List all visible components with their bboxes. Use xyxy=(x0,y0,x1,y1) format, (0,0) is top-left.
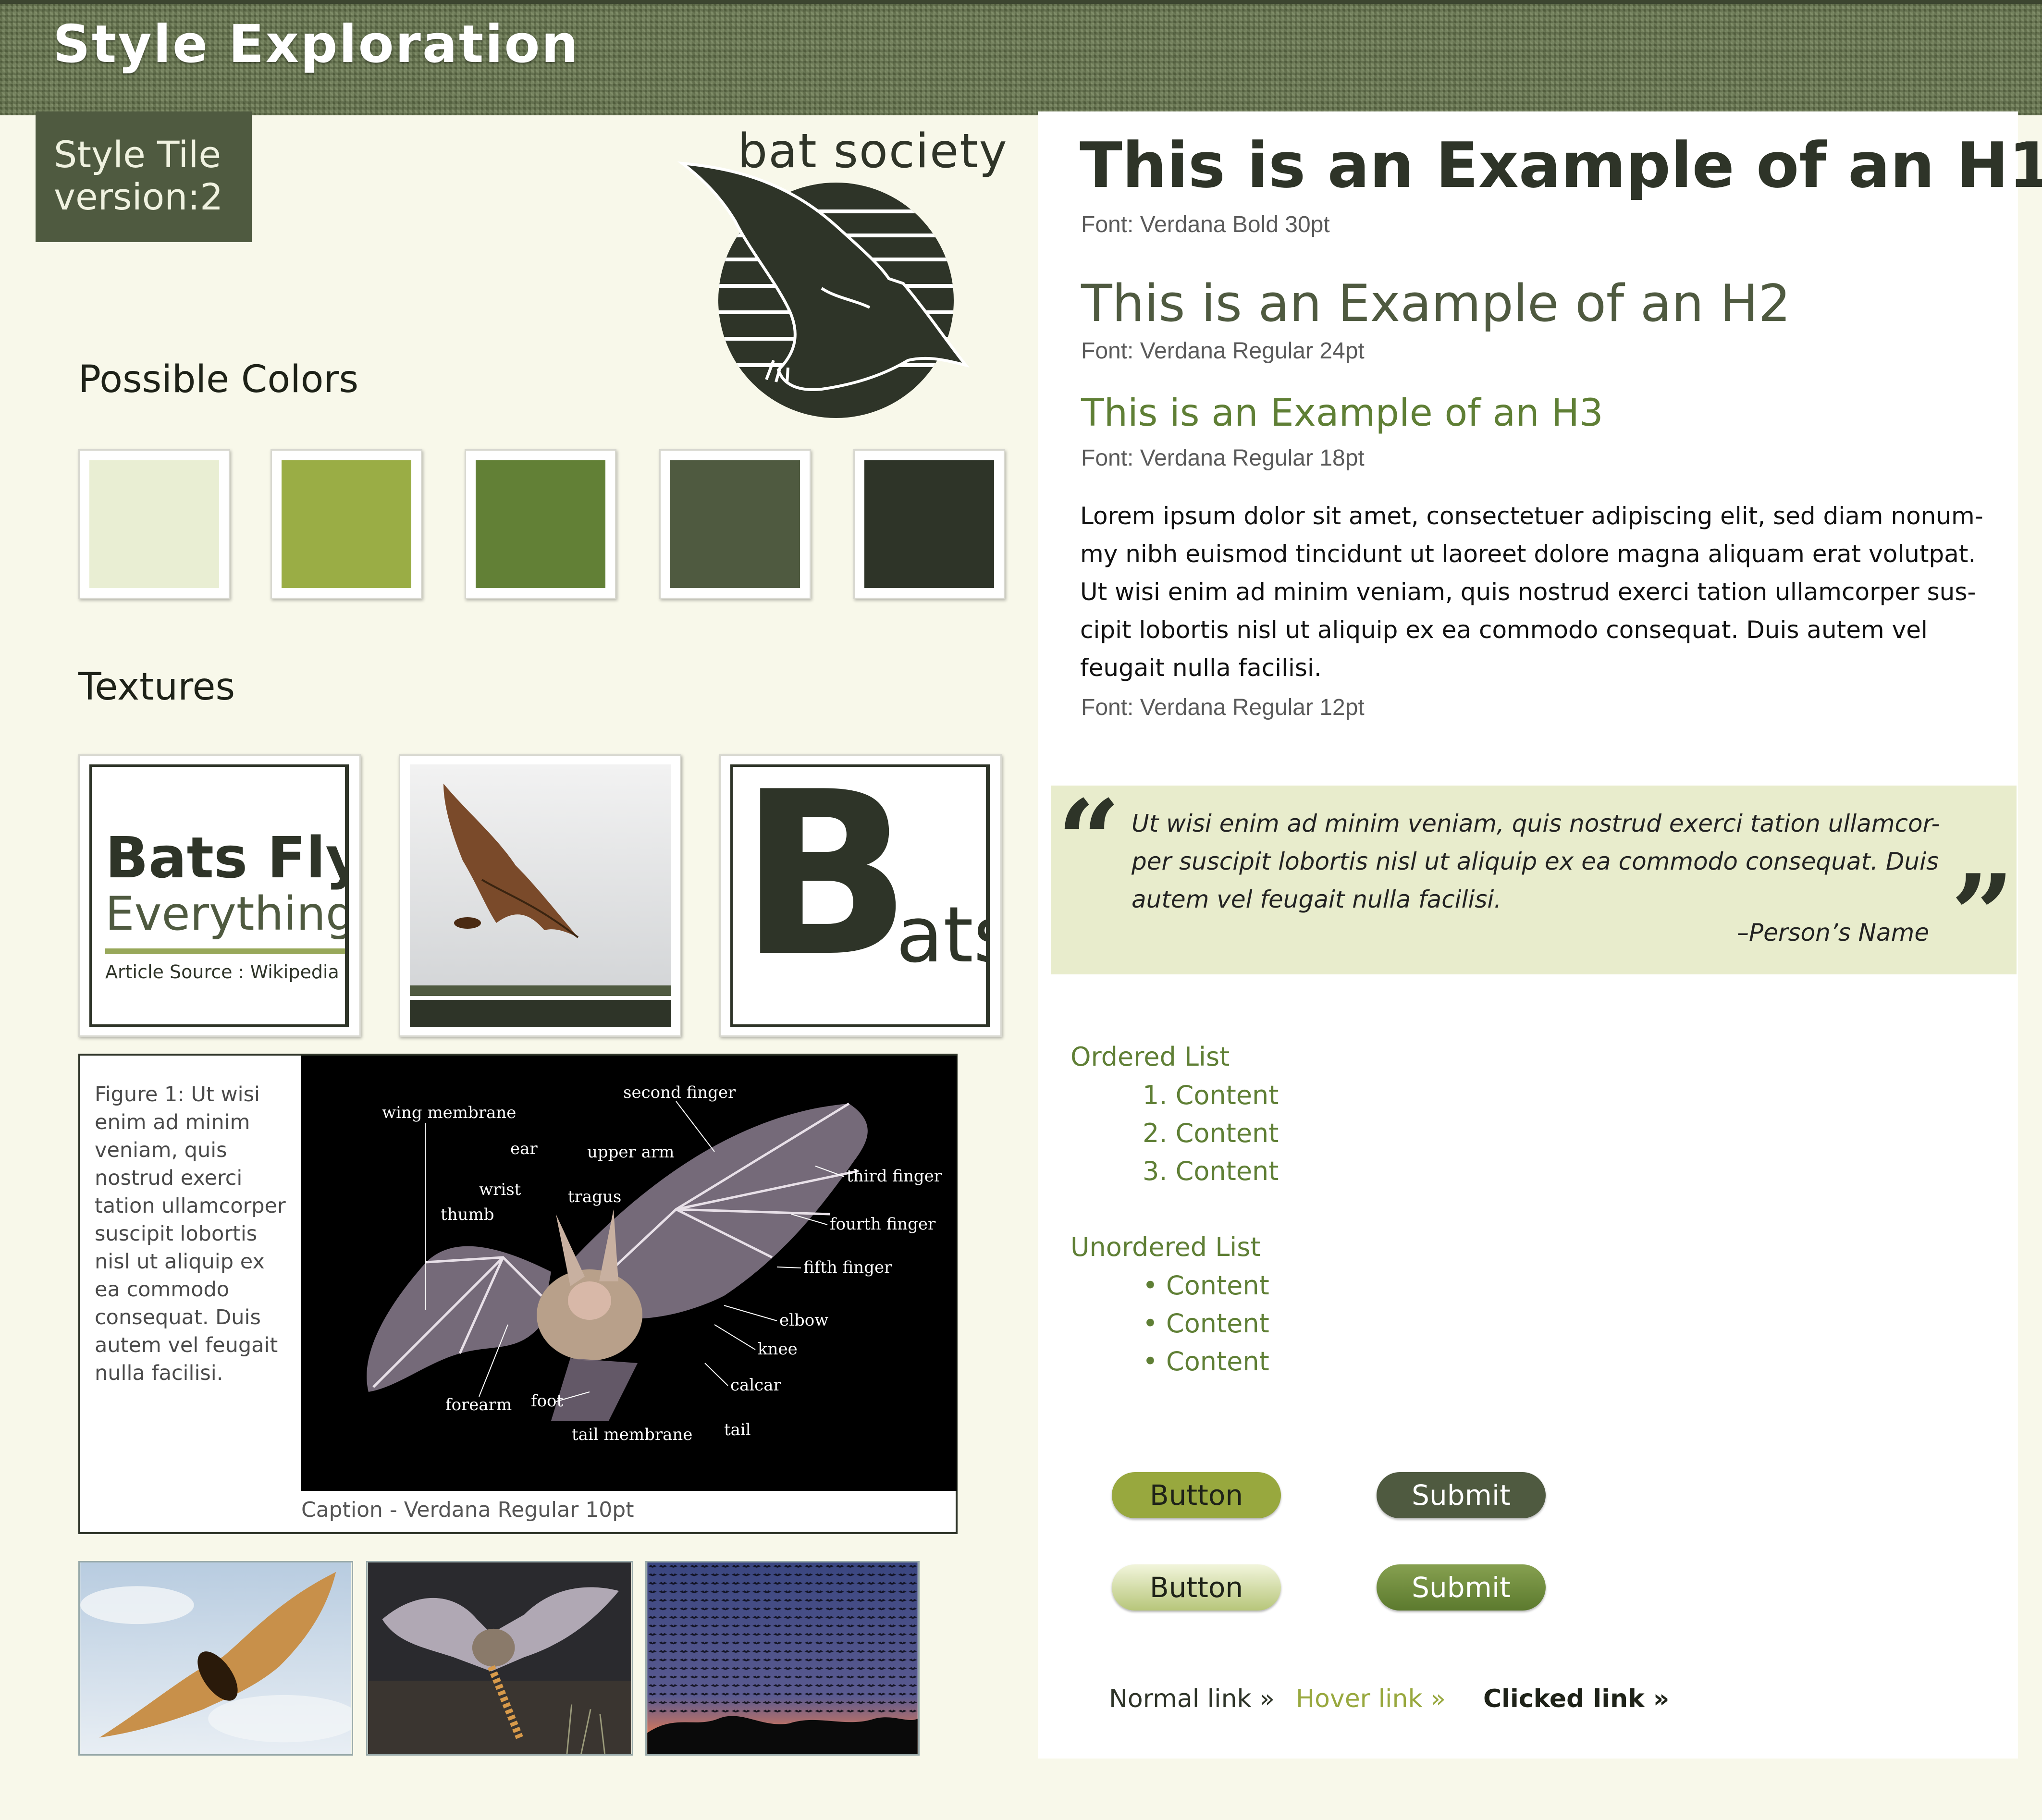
figure-caption: Caption - Verdana Regular 10pt xyxy=(301,1498,634,1522)
texture-tile-letter: B ats xyxy=(719,754,1002,1037)
tile-small-text: ats xyxy=(896,890,986,980)
submit-button-hover[interactable]: Submit xyxy=(1377,1564,1546,1611)
textures-title: Textures xyxy=(78,665,235,709)
texture-tile-text-inner: Bats Fly Everything Article Source : Wik… xyxy=(89,764,349,1027)
label-tail: tail xyxy=(724,1420,751,1439)
button-normal[interactable]: Button xyxy=(1112,1472,1281,1518)
submit-button-normal[interactable]: Submit xyxy=(1377,1472,1546,1518)
close-quote-icon: ” xyxy=(1951,850,2015,980)
h3-font-note: Font: Verdana Regular 18pt xyxy=(1081,445,1365,471)
ordered-list-item: 1. Content xyxy=(1143,1080,1279,1110)
photo-bat-centipede xyxy=(366,1561,633,1756)
unordered-list-item: • Content xyxy=(1143,1308,1269,1339)
button-hover[interactable]: Button xyxy=(1112,1564,1281,1611)
texture-tile-photo xyxy=(399,754,681,1037)
tile-subheading: Everything xyxy=(105,887,349,941)
label-thumb: thumb xyxy=(441,1205,494,1224)
swatch-fill-5 xyxy=(864,460,994,588)
tile-divider xyxy=(105,948,345,954)
tile-heading: Bats Fly xyxy=(105,824,349,891)
figure-text: Figure 1: Ut wisi enim ad minim veniam, … xyxy=(95,1082,286,1385)
unordered-list-item: • Content xyxy=(1143,1346,1269,1377)
label-knee: knee xyxy=(758,1340,798,1359)
color-swatch-4 xyxy=(659,449,811,599)
label-second-finger: second finger xyxy=(623,1083,736,1102)
tile-big-letter: B xyxy=(739,764,912,1006)
normal-link[interactable]: Normal link » xyxy=(1109,1685,1275,1713)
unordered-list-title: Unordered List xyxy=(1070,1232,1261,1262)
ordered-list-item: 3. Content xyxy=(1143,1156,1279,1186)
swatch-fill-4 xyxy=(670,460,800,588)
open-quote-icon: “ xyxy=(1057,776,1121,906)
h1-font-note: Font: Verdana Bold 30pt xyxy=(1081,212,1330,237)
color-swatch-2 xyxy=(271,449,422,599)
label-wrist: wrist xyxy=(479,1180,521,1199)
page-title: Style Exploration xyxy=(53,14,580,74)
ordered-list-title: Ordered List xyxy=(1070,1042,1230,1072)
version-line-1: Style Tile xyxy=(54,133,221,176)
label-fifth-finger: fifth finger xyxy=(803,1258,892,1277)
texture-tile-text: Bats Fly Everything Article Source : Wik… xyxy=(78,754,361,1037)
unordered-list-item: • Content xyxy=(1143,1270,1269,1301)
swatch-fill-3 xyxy=(476,460,605,588)
quote-text: Ut wisi enim ad minim veniam, quis nostr… xyxy=(1132,810,1940,913)
ordered-list-item: 2. Content xyxy=(1143,1118,1279,1148)
texture-tile-letter-inner: B ats xyxy=(730,764,990,1027)
body-text-sample: Lorem ipsum dolor sit amet, consectetuer… xyxy=(1080,502,1983,682)
h2-font-note: Font: Verdana Regular 24pt xyxy=(1081,338,1365,364)
colors-title: Possible Colors xyxy=(78,358,359,401)
color-swatch-5 xyxy=(853,449,1005,599)
label-fourth-finger: fourth finger xyxy=(830,1215,936,1234)
example-h1: This is an Example of an H1 xyxy=(1080,129,2042,202)
label-calcar: calcar xyxy=(730,1376,781,1395)
bat-logo-icon xyxy=(677,161,970,418)
example-h3: This is an Example of an H3 xyxy=(1081,392,1603,435)
bat-anatomy-diagram: wing membrane second finger ear upper ar… xyxy=(301,1056,957,1491)
label-tail-membrane: tail membrane xyxy=(572,1425,692,1444)
label-upper-arm: upper arm xyxy=(587,1143,674,1162)
color-swatch-1 xyxy=(78,449,230,599)
swatch-fill-1 xyxy=(89,460,219,588)
figure-box: Figure 1: Ut wisi enim ad minim veniam, … xyxy=(78,1054,958,1534)
tile-source: Article Source : Wikipedia xyxy=(105,961,339,983)
label-wing-membrane: wing membrane xyxy=(382,1103,516,1122)
photo-bat-sky xyxy=(78,1561,353,1756)
photo-bat-swarm xyxy=(645,1561,920,1756)
flying-bat-photo xyxy=(410,764,671,1027)
color-swatch-3 xyxy=(465,449,616,599)
quote-author: –Person’s Name xyxy=(1737,919,1930,947)
version-line-2: version:2 xyxy=(54,175,223,218)
label-third-finger: third finger xyxy=(847,1167,942,1186)
label-elbow: elbow xyxy=(779,1311,828,1330)
label-forearm: forearm xyxy=(445,1395,512,1414)
swatch-fill-2 xyxy=(282,460,411,588)
hover-link[interactable]: Hover link » xyxy=(1296,1685,1446,1713)
example-h2: This is an Example of an H2 xyxy=(1081,274,1791,333)
version-badge: Style Tile version:2 xyxy=(36,111,252,242)
body-font-note: Font: Verdana Regular 12pt xyxy=(1081,695,1365,720)
clicked-link[interactable]: Clicked link » xyxy=(1483,1685,1669,1713)
label-tragus: tragus xyxy=(568,1187,621,1206)
label-ear: ear xyxy=(510,1139,538,1158)
